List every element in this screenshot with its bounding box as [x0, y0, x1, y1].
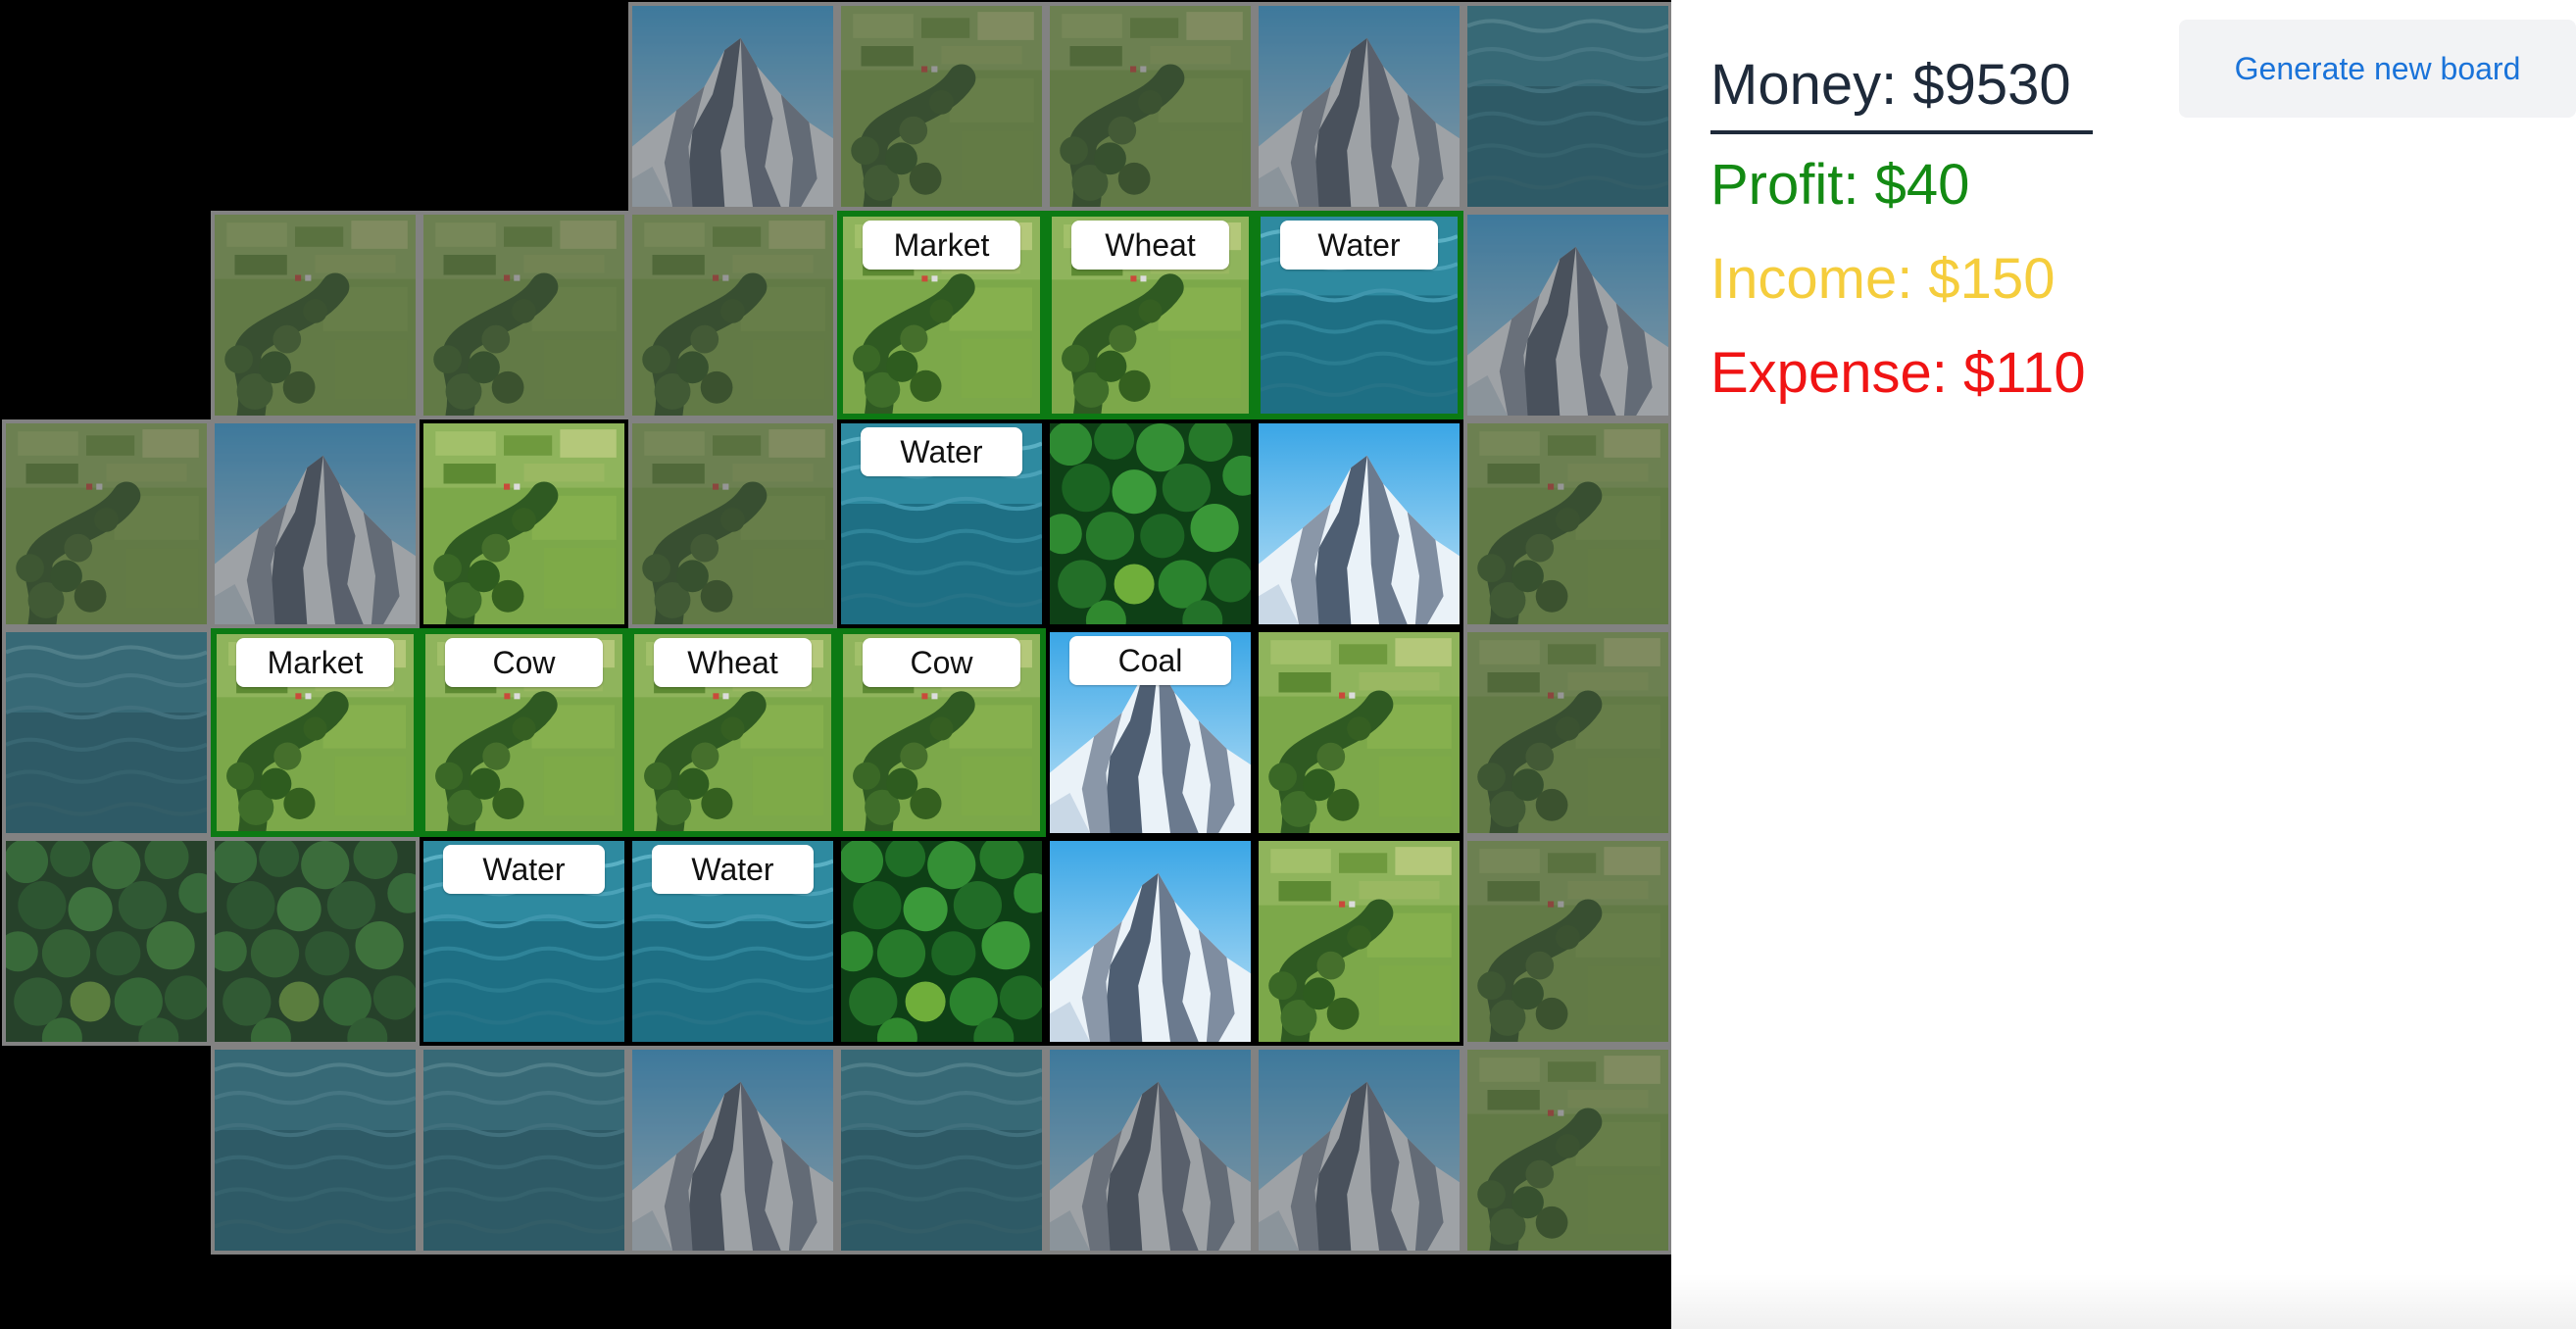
tile-label: Cow — [863, 638, 1020, 687]
mountain-tile[interactable]: Coal — [1046, 628, 1255, 837]
water-tile[interactable]: Water — [420, 837, 628, 1046]
farm-tile[interactable] — [2, 419, 211, 628]
tile-label: Water — [861, 427, 1022, 476]
farm-image — [1259, 841, 1460, 1042]
mountain-tile[interactable] — [628, 2, 837, 211]
water-tile[interactable] — [211, 1046, 420, 1255]
expense-stat: Expense: $110 — [1710, 341, 2086, 405]
mountain-tile[interactable] — [628, 1046, 837, 1255]
farm-tile[interactable]: Market — [211, 628, 420, 837]
farm-tile[interactable]: Wheat — [628, 628, 837, 837]
farm-image — [1467, 1050, 1668, 1251]
water-tile[interactable] — [1463, 2, 1672, 211]
tile-label: Cow — [445, 638, 603, 687]
tile-label: Coal — [1069, 636, 1231, 685]
forest-image — [841, 841, 1042, 1042]
mountain-tile[interactable] — [211, 419, 420, 628]
mountain-image — [632, 1050, 833, 1251]
farm-tile[interactable] — [1463, 419, 1672, 628]
stats-panel: Money: $9530 Profit: $40 Income: $150 Ex… — [1671, 0, 2576, 1329]
farm-image — [1467, 632, 1668, 833]
generate-new-board-button[interactable]: Generate new board — [2179, 20, 2576, 118]
farm-tile[interactable] — [1255, 628, 1463, 837]
forest-tile[interactable] — [211, 837, 420, 1046]
farm-image — [841, 6, 1042, 207]
money-stat: Money: $9530 — [1710, 53, 2071, 117]
mountain-tile[interactable] — [1046, 837, 1255, 1046]
tile-label: Wheat — [1071, 221, 1229, 270]
farm-tile[interactable] — [628, 419, 837, 628]
mountain-tile[interactable] — [1046, 1046, 1255, 1255]
tile-label: Water — [1280, 221, 1438, 270]
water-image — [215, 1050, 416, 1251]
farm-image — [6, 423, 207, 624]
income-stat: Income: $150 — [1710, 247, 2056, 311]
water-image — [1467, 6, 1668, 207]
farm-tile[interactable] — [420, 211, 628, 419]
mountain-tile[interactable] — [1255, 1046, 1463, 1255]
mountain-tile[interactable] — [1463, 211, 1672, 419]
mountain-image — [1467, 215, 1668, 416]
tile-label: Water — [443, 845, 605, 894]
farm-image — [1259, 632, 1460, 833]
panel-bottom-shade — [1671, 1274, 2576, 1329]
farm-image — [423, 215, 624, 416]
farm-image — [632, 215, 833, 416]
water-tile[interactable] — [837, 1046, 1046, 1255]
farm-tile[interactable]: Market — [837, 211, 1046, 419]
mountain-image — [1050, 841, 1251, 1042]
water-tile[interactable]: Water — [1255, 211, 1463, 419]
forest-tile[interactable] — [2, 837, 211, 1046]
mountain-image — [215, 423, 416, 624]
tile-label: Water — [652, 845, 814, 894]
water-tile[interactable]: Water — [837, 419, 1046, 628]
farm-tile[interactable] — [1255, 837, 1463, 1046]
farm-image — [1467, 423, 1668, 624]
water-image — [423, 1050, 624, 1251]
farm-tile[interactable]: Wheat — [1046, 211, 1255, 419]
mountain-tile[interactable] — [1255, 419, 1463, 628]
farm-tile[interactable]: Cow — [837, 628, 1046, 837]
farm-tile[interactable] — [420, 419, 628, 628]
farm-tile[interactable] — [628, 211, 837, 419]
forest-image — [1050, 423, 1251, 624]
water-image — [841, 1050, 1042, 1251]
tile-label: Market — [236, 638, 394, 687]
tile-label: Wheat — [654, 638, 812, 687]
mountain-image — [1259, 423, 1460, 624]
farm-tile[interactable] — [1463, 628, 1672, 837]
forest-image — [6, 841, 207, 1042]
profit-stat: Profit: $40 — [1710, 153, 1970, 217]
farm-tile[interactable] — [1046, 2, 1255, 211]
mountain-tile[interactable] — [1255, 2, 1463, 211]
water-tile[interactable] — [2, 628, 211, 837]
mountain-image — [1259, 1050, 1460, 1251]
forest-tile[interactable] — [837, 837, 1046, 1046]
money-underline — [1710, 130, 2093, 134]
farm-tile[interactable]: Cow — [420, 628, 628, 837]
farm-image — [632, 423, 833, 624]
farm-tile[interactable] — [1463, 1046, 1672, 1255]
water-tile[interactable] — [420, 1046, 628, 1255]
farm-image — [1050, 6, 1251, 207]
forest-tile[interactable] — [1046, 419, 1255, 628]
farm-tile[interactable] — [837, 2, 1046, 211]
farm-image — [1467, 841, 1668, 1042]
game-board: Market Wheat Water Water Market Cow Wheat Cow Co… — [0, 0, 1672, 1329]
water-image — [6, 632, 207, 833]
farm-tile[interactable] — [1463, 837, 1672, 1046]
farm-image — [215, 215, 416, 416]
mountain-image — [1050, 1050, 1251, 1251]
mountain-image — [632, 6, 833, 207]
farm-tile[interactable] — [211, 211, 420, 419]
water-tile[interactable]: Water — [628, 837, 837, 1046]
mountain-image — [1259, 6, 1460, 207]
farm-image — [423, 423, 624, 624]
forest-image — [215, 841, 416, 1042]
tile-label: Market — [863, 221, 1020, 270]
